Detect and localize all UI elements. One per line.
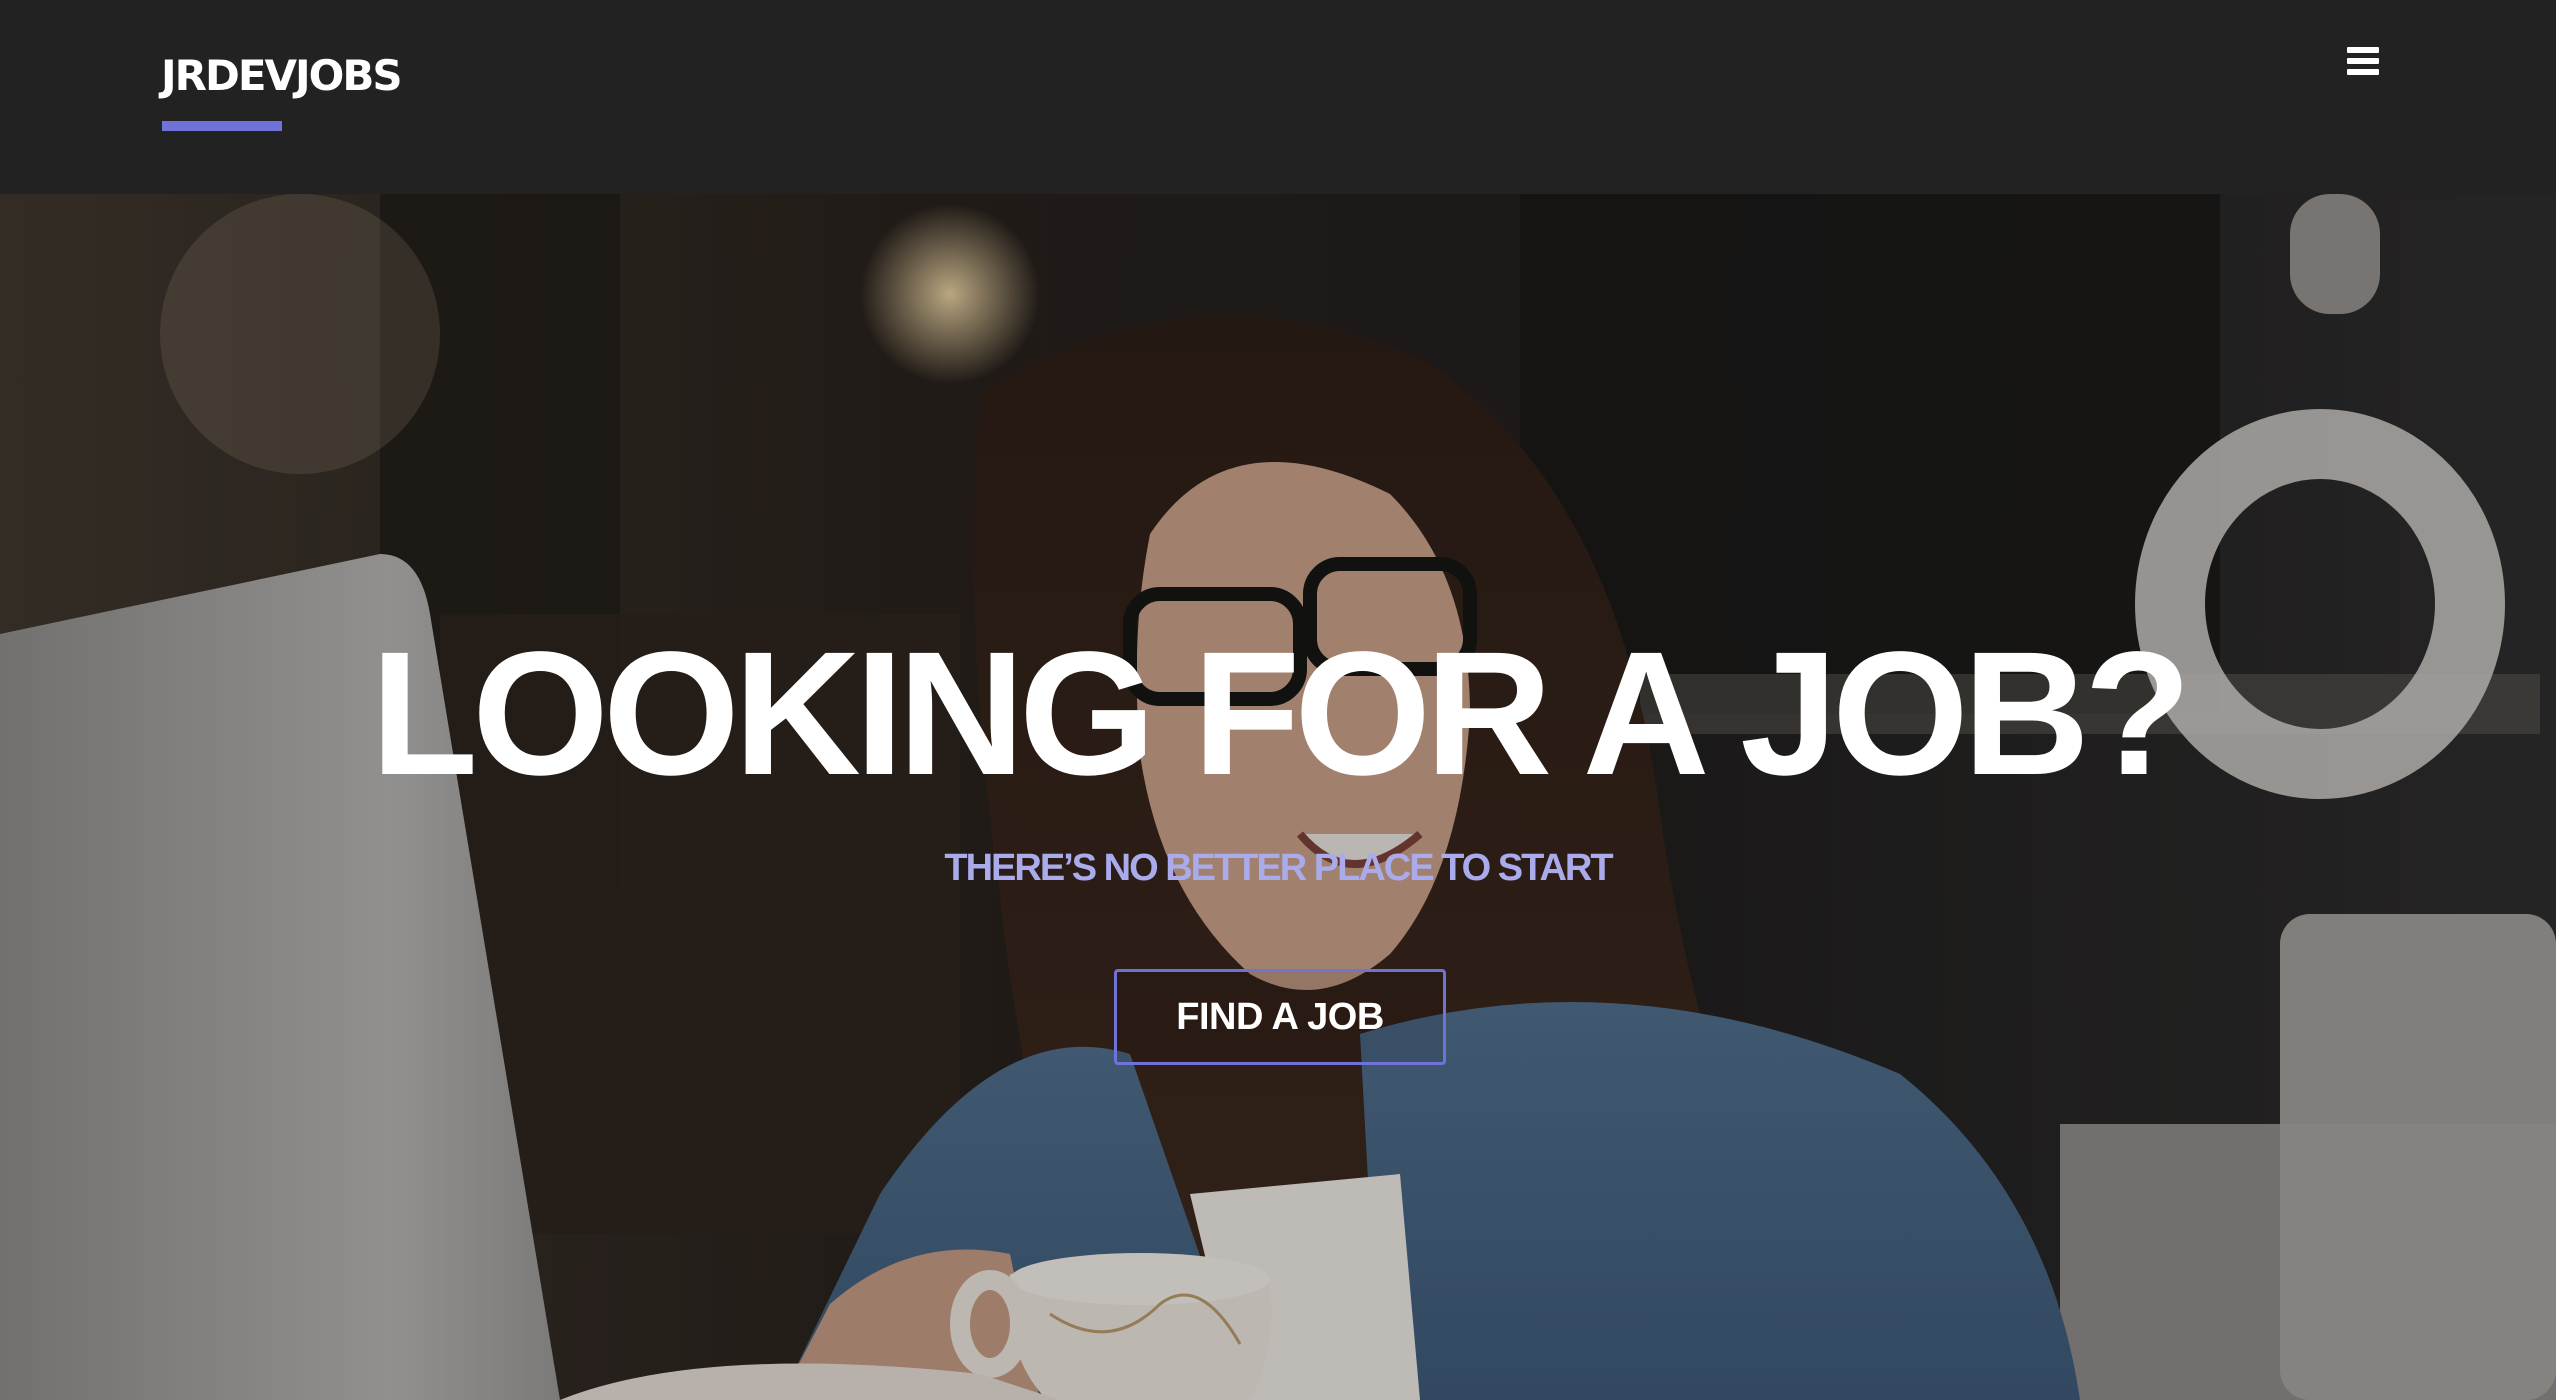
hamburger-menu-icon[interactable] [2333, 38, 2393, 86]
menu-bar [2347, 58, 2379, 64]
brand-logo[interactable]: JRDEVJOBS [161, 48, 403, 104]
find-job-button[interactable]: FIND A JOB [1114, 969, 1446, 1065]
hero-subtitle: THERE’S NO BETTER PLACE TO START [944, 847, 1613, 889]
menu-bar [2347, 69, 2379, 75]
hero-title: LOOKING FOR A JOB? [370, 616, 2192, 812]
hero-section: LOOKING FOR A JOB? THERE’S NO BETTER PLA… [0, 194, 2556, 1400]
navbar: JRDEVJOBS [0, 0, 2556, 194]
menu-bar [2347, 47, 2379, 53]
brand-underline [162, 121, 282, 131]
